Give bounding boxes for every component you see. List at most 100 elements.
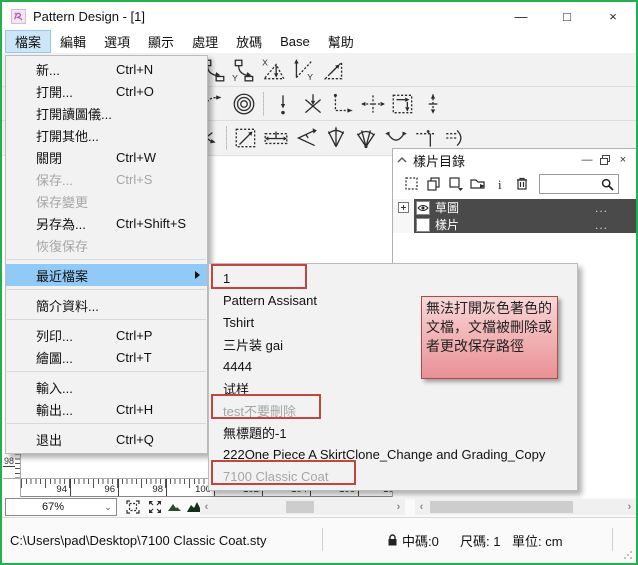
statusbar-divider bbox=[322, 528, 323, 551]
menu-item-print[interactable]: 列印...Ctrl+P bbox=[6, 324, 207, 346]
toolbar-separator bbox=[226, 126, 227, 150]
fan-wide-icon[interactable] bbox=[351, 123, 381, 153]
panel-float-icon[interactable] bbox=[596, 152, 614, 168]
diagonal-measure-icon[interactable] bbox=[319, 55, 349, 85]
menu-item-save-as[interactable]: 另存為...Ctrl+Shift+S bbox=[6, 212, 207, 234]
menu-item-recent-files[interactable]: 最近檔案 bbox=[6, 264, 207, 286]
app-icon bbox=[11, 9, 26, 24]
drop-point-icon[interactable] bbox=[268, 89, 298, 119]
copy-drop-icon[interactable] bbox=[445, 174, 467, 194]
tree-row-label: 草圖 bbox=[435, 199, 595, 216]
submenu-arrow-icon bbox=[195, 271, 200, 279]
menu-view[interactable]: 顯示 bbox=[139, 30, 183, 53]
resize-grip[interactable] bbox=[623, 550, 633, 560]
menu-options[interactable]: 選項 bbox=[95, 30, 139, 53]
menubar: 檔案 編輯 選項 顯示 處理 放碼 Base 幫助 bbox=[2, 30, 636, 53]
menu-item-new[interactable]: 新...Ctrl+N bbox=[6, 58, 207, 80]
target-icon[interactable] bbox=[229, 89, 259, 119]
info-icon[interactable]: i bbox=[489, 174, 511, 194]
menu-item-export[interactable]: 輸出...Ctrl+H bbox=[6, 398, 207, 420]
menu-help[interactable]: 幫助 bbox=[319, 30, 363, 53]
ruler-corner bbox=[3, 478, 21, 497]
menu-separator bbox=[7, 319, 206, 320]
statusbar-divider bbox=[612, 528, 613, 551]
zoom-select[interactable]: 67% ⌄ bbox=[5, 498, 117, 516]
menu-grading[interactable]: 放碼 bbox=[227, 30, 271, 53]
panel-minimize-button[interactable]: — bbox=[578, 152, 596, 168]
tree-row-sketch[interactable]: 草圖 ... bbox=[393, 199, 636, 216]
corner-arrow-icon[interactable] bbox=[328, 89, 358, 119]
expand-icon[interactable] bbox=[145, 498, 164, 516]
window-title: Pattern Design - [1] bbox=[33, 9, 145, 24]
search-icon[interactable] bbox=[600, 177, 615, 192]
scroll-right-icon[interactable]: › bbox=[623, 499, 636, 515]
scroll-left-icon[interactable]: ‹ bbox=[200, 499, 213, 515]
menu-separator bbox=[7, 259, 206, 260]
tree-row-piece[interactable]: 樣片 ... bbox=[393, 216, 636, 233]
menu-file[interactable]: 檔案 bbox=[5, 30, 51, 53]
angle-xy-icon[interactable]: Y bbox=[289, 55, 319, 85]
collapse-up-icon[interactable] bbox=[397, 156, 407, 164]
measure-y-icon[interactable]: Y bbox=[229, 55, 259, 85]
copy-icon[interactable] bbox=[423, 174, 445, 194]
panel-scroll-thumb[interactable] bbox=[430, 501, 573, 513]
unit-status: 單位: cm bbox=[512, 518, 563, 563]
panel-hscrollbar[interactable]: ‹ › bbox=[415, 499, 636, 515]
marquee-icon[interactable] bbox=[401, 174, 423, 194]
svg-text:X: X bbox=[262, 57, 268, 67]
visibility-checkbox[interactable] bbox=[416, 218, 430, 232]
scroll-left-icon[interactable]: ‹ bbox=[415, 499, 428, 515]
box-diagonal-icon[interactable] bbox=[231, 123, 261, 153]
fit-frame-icon[interactable] bbox=[123, 498, 142, 516]
minimize-button[interactable]: — bbox=[498, 2, 544, 30]
chevron-down-icon: ⌄ bbox=[100, 502, 116, 513]
svg-text:Y: Y bbox=[307, 71, 313, 81]
statusbar: C:\Users\pad\Desktop\7100 Classic Coat.s… bbox=[2, 517, 636, 563]
zoom-small-icon[interactable] bbox=[165, 498, 184, 516]
hruler-label: 98 bbox=[152, 484, 165, 495]
hruler-label: 96 bbox=[104, 484, 117, 495]
box-arrows-icon[interactable] bbox=[388, 89, 418, 119]
angle-x-icon[interactable]: X bbox=[259, 55, 289, 85]
cross-point-icon[interactable] bbox=[298, 89, 328, 119]
menu-base[interactable]: Base bbox=[271, 30, 319, 53]
tree-row-more[interactable]: ... bbox=[595, 218, 608, 232]
annotation-box-7100 bbox=[211, 460, 356, 485]
scroll-right-icon[interactable]: › bbox=[392, 499, 405, 515]
visibility-eye-icon[interactable] bbox=[416, 201, 430, 215]
trash-icon[interactable] bbox=[511, 174, 533, 194]
panel-close-button[interactable]: × bbox=[614, 152, 632, 168]
fan-icon[interactable] bbox=[321, 123, 351, 153]
toolbar-separator bbox=[263, 92, 264, 116]
menu-edit[interactable]: 編輯 bbox=[51, 30, 95, 53]
close-button[interactable]: × bbox=[590, 2, 636, 30]
cross-measure-icon[interactable] bbox=[358, 89, 388, 119]
canvas-scroll-thumb[interactable] bbox=[286, 501, 314, 513]
menu-item-exit[interactable]: 退出Ctrl+Q bbox=[6, 428, 207, 450]
folder-move-icon[interactable] bbox=[467, 174, 489, 194]
width-measure-icon[interactable] bbox=[261, 123, 291, 153]
expand-icon[interactable] bbox=[398, 202, 409, 213]
menu-item-profile-info[interactable]: 簡介資料... bbox=[6, 294, 207, 316]
angle-left-icon[interactable] bbox=[291, 123, 321, 153]
menu-item-plot[interactable]: 繪圖...Ctrl+T bbox=[6, 346, 207, 368]
titlebar: Pattern Design - [1] — □ × bbox=[2, 2, 636, 30]
menu-item-close[interactable]: 關閉Ctrl+W bbox=[6, 146, 207, 168]
menu-item-open-other[interactable]: 打開其他... bbox=[6, 124, 207, 146]
tree-row-more[interactable]: ... bbox=[595, 201, 608, 215]
svg-text:i: i bbox=[498, 177, 502, 192]
recent-file-item[interactable]: 無標題的-1 bbox=[209, 421, 577, 443]
menu-separator bbox=[7, 289, 206, 290]
annotation-callout: 無法打開灰色著色的文檔，文檔被刪除或者更改保存路徑 bbox=[421, 296, 558, 379]
panel-search-input[interactable] bbox=[540, 176, 600, 192]
maximize-button[interactable]: □ bbox=[544, 2, 590, 30]
menu-separator bbox=[7, 371, 206, 372]
mid-size-status: 中碼:0 bbox=[402, 518, 439, 563]
menu-item-open[interactable]: 打開...Ctrl+O bbox=[6, 80, 207, 102]
menu-item-import[interactable]: 輸入... bbox=[6, 376, 207, 398]
vertical-arrows-icon[interactable] bbox=[418, 89, 448, 119]
menu-process[interactable]: 處理 bbox=[183, 30, 227, 53]
canvas-hscrollbar[interactable]: ‹ › bbox=[200, 499, 405, 515]
menu-item-open-digitizer[interactable]: 打開讀圖儀... bbox=[6, 102, 207, 124]
file-menu-dropdown: 新...Ctrl+N 打開...Ctrl+O 打開讀圖儀... 打開其他... … bbox=[5, 55, 208, 454]
